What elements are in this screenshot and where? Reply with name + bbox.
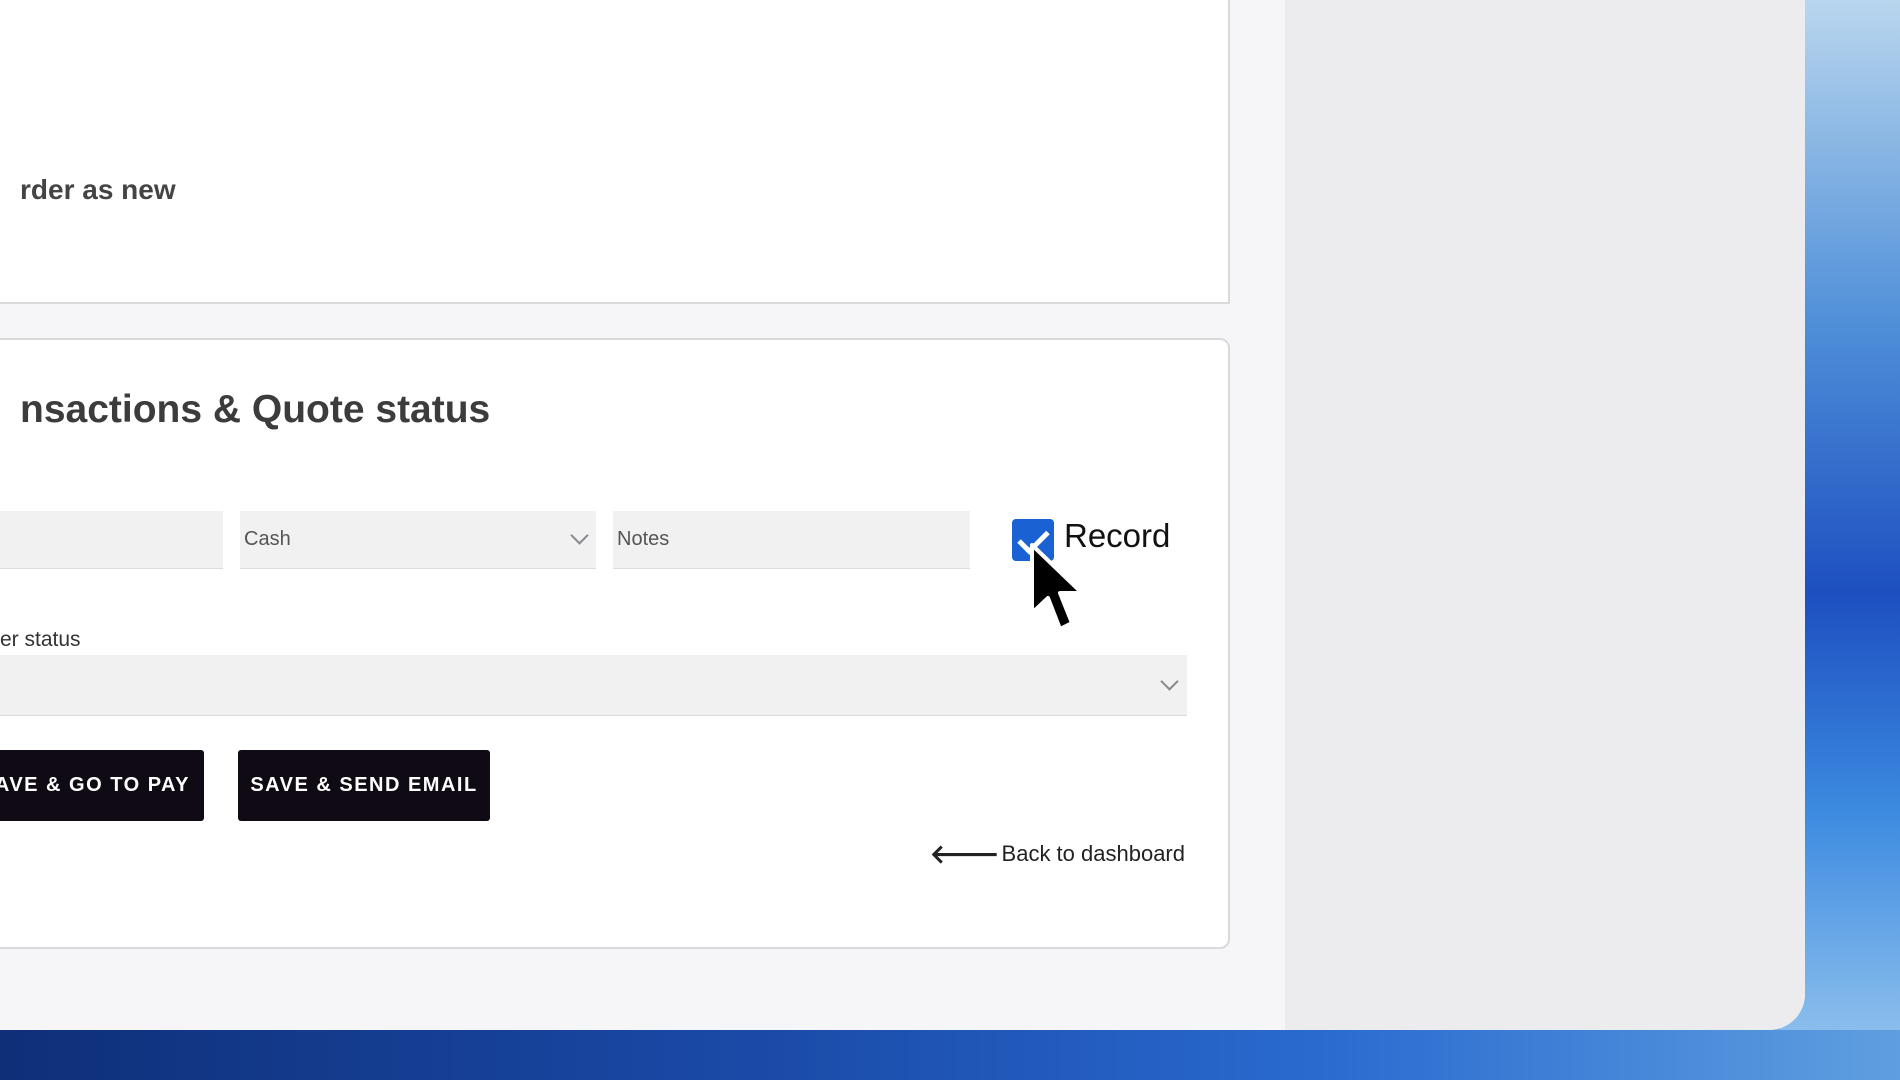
browser-window: rder as new nsactions & Quote status Cas…	[0, 0, 1805, 1030]
order-as-new-text: rder as new	[20, 174, 176, 205]
payment-method-value: Cash	[244, 528, 291, 550]
section-title: nsactions & Quote status	[20, 388, 491, 431]
arrow-left-icon: 🡐	[929, 839, 1000, 869]
notes-input[interactable]: Notes	[613, 511, 970, 569]
status-label: er status	[0, 628, 81, 651]
desktop-wallpaper-bottom	[0, 1030, 1900, 1080]
notes-placeholder: Notes	[617, 528, 670, 550]
chevron-down-icon	[1160, 672, 1179, 691]
order-options-card	[0, 0, 1230, 304]
save-send-email-button[interactable]: SAVE & SEND EMAIL	[238, 750, 490, 821]
mouse-cursor-icon	[1030, 543, 1084, 631]
right-pane	[1285, 0, 1805, 1030]
back-to-dashboard-label: Back to dashboard	[1001, 841, 1185, 866]
payment-method-select[interactable]: Cash	[240, 511, 596, 569]
status-select[interactable]	[0, 655, 1187, 716]
chevron-down-icon	[570, 526, 589, 545]
amount-input[interactable]	[0, 511, 223, 569]
save-go-to-pay-button[interactable]: AVE & GO TO PAY	[0, 750, 204, 821]
back-to-dashboard-link[interactable]: 🡐 Back to dashboard	[930, 841, 1185, 867]
